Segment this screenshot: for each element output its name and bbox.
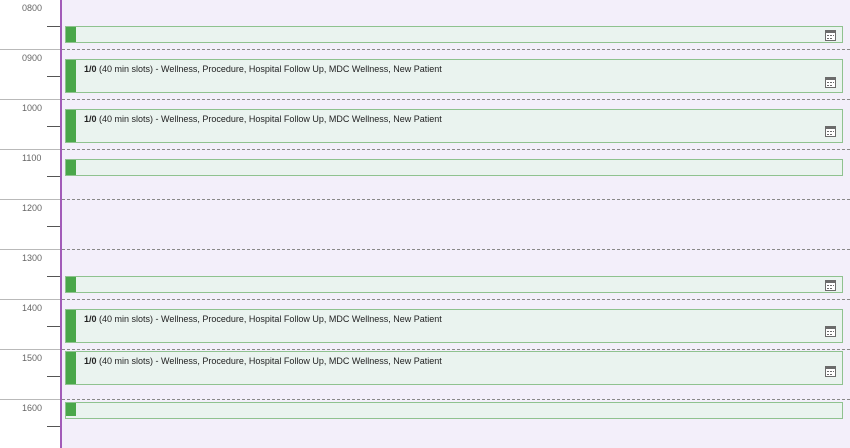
hour-divider [0,99,62,100]
slot-detail: (40 min slots) - Wellness, Procedure, Ho… [96,314,442,324]
half-hour-tick [47,276,60,277]
availability-bar [66,310,76,342]
slot-description: 1/0 (40 min slots) - Wellness, Procedure… [84,64,442,74]
hour-divider [0,199,62,200]
slot-count: 1/0 [84,64,97,74]
slot-count: 1/0 [84,314,97,324]
availability-bar [66,277,76,292]
appointment-slot-1330[interactable] [65,276,843,293]
half-hour-tick [47,226,60,227]
hour-label-0800: 0800 [22,3,43,13]
slot-description: 1/0 (40 min slots) - Wellness, Procedure… [84,356,442,366]
hour-divider [0,399,62,400]
slot-description: 1/0 (40 min slots) - Wellness, Procedure… [84,314,442,324]
grid-hour-line [62,349,850,350]
half-hour-tick [47,326,60,327]
appointment-slot-1400[interactable]: 1/0 (40 min slots) - Wellness, Procedure… [65,309,843,343]
availability-bar [66,27,76,42]
slot-description: 1/0 (40 min slots) - Wellness, Procedure… [84,114,442,124]
hour-divider [0,299,62,300]
hour-divider [0,249,62,250]
appointment-slot-1100[interactable] [65,159,843,176]
slot-count: 1/0 [84,114,97,124]
half-hour-tick [47,76,60,77]
appointment-slot-1500[interactable]: 1/0 (40 min slots) - Wellness, Procedure… [65,351,843,385]
grid-hour-line [62,249,850,250]
half-hour-tick [47,126,60,127]
slot-detail: (40 min slots) - Wellness, Procedure, Ho… [96,114,442,124]
grid-hour-line [62,299,850,300]
hour-label-0900: 0900 [22,53,43,63]
grid-hour-line [62,99,850,100]
calendar-icon[interactable] [825,126,836,137]
calendar-icon[interactable] [825,280,836,291]
calendar-icon[interactable] [825,366,836,377]
calendar-icon[interactable] [825,326,836,337]
availability-bar [66,403,76,416]
half-hour-tick [47,26,60,27]
hour-label-1100: 1100 [22,153,42,163]
hour-label-1200: 1200 [22,203,43,213]
grid-hour-line [62,149,850,150]
appointment-slot-0830[interactable] [65,26,843,43]
calendar-icon[interactable] [825,77,836,88]
half-hour-tick [47,176,60,177]
grid-hour-line [62,199,850,200]
appointment-slot-1600[interactable] [65,402,843,419]
appointment-slot-0900[interactable]: 1/0 (40 min slots) - Wellness, Procedure… [65,59,843,93]
appointment-slot-1000[interactable]: 1/0 (40 min slots) - Wellness, Procedure… [65,109,843,143]
slot-detail: (40 min slots) - Wellness, Procedure, Ho… [96,64,442,74]
hour-label-1400: 1400 [22,303,43,313]
availability-bar [66,352,76,384]
availability-bar [66,110,76,142]
availability-bar [66,60,76,92]
half-hour-tick [47,376,60,377]
slot-count: 1/0 [84,356,97,366]
hour-label-1000: 1000 [22,103,43,113]
hour-label-1300: 1300 [22,253,43,263]
availability-bar [66,160,76,175]
hour-label-1600: 1600 [22,403,43,413]
calendar-icon[interactable] [825,30,836,41]
slot-detail: (40 min slots) - Wellness, Procedure, Ho… [96,356,442,366]
half-hour-tick [47,426,60,427]
timeline-axis [60,0,62,448]
hour-divider [0,149,62,150]
grid-hour-line [62,49,850,50]
hour-label-1500: 1500 [22,353,43,363]
grid-hour-line [62,399,850,400]
time-gutter [0,0,60,448]
hour-divider [0,349,62,350]
hour-divider [0,49,62,50]
